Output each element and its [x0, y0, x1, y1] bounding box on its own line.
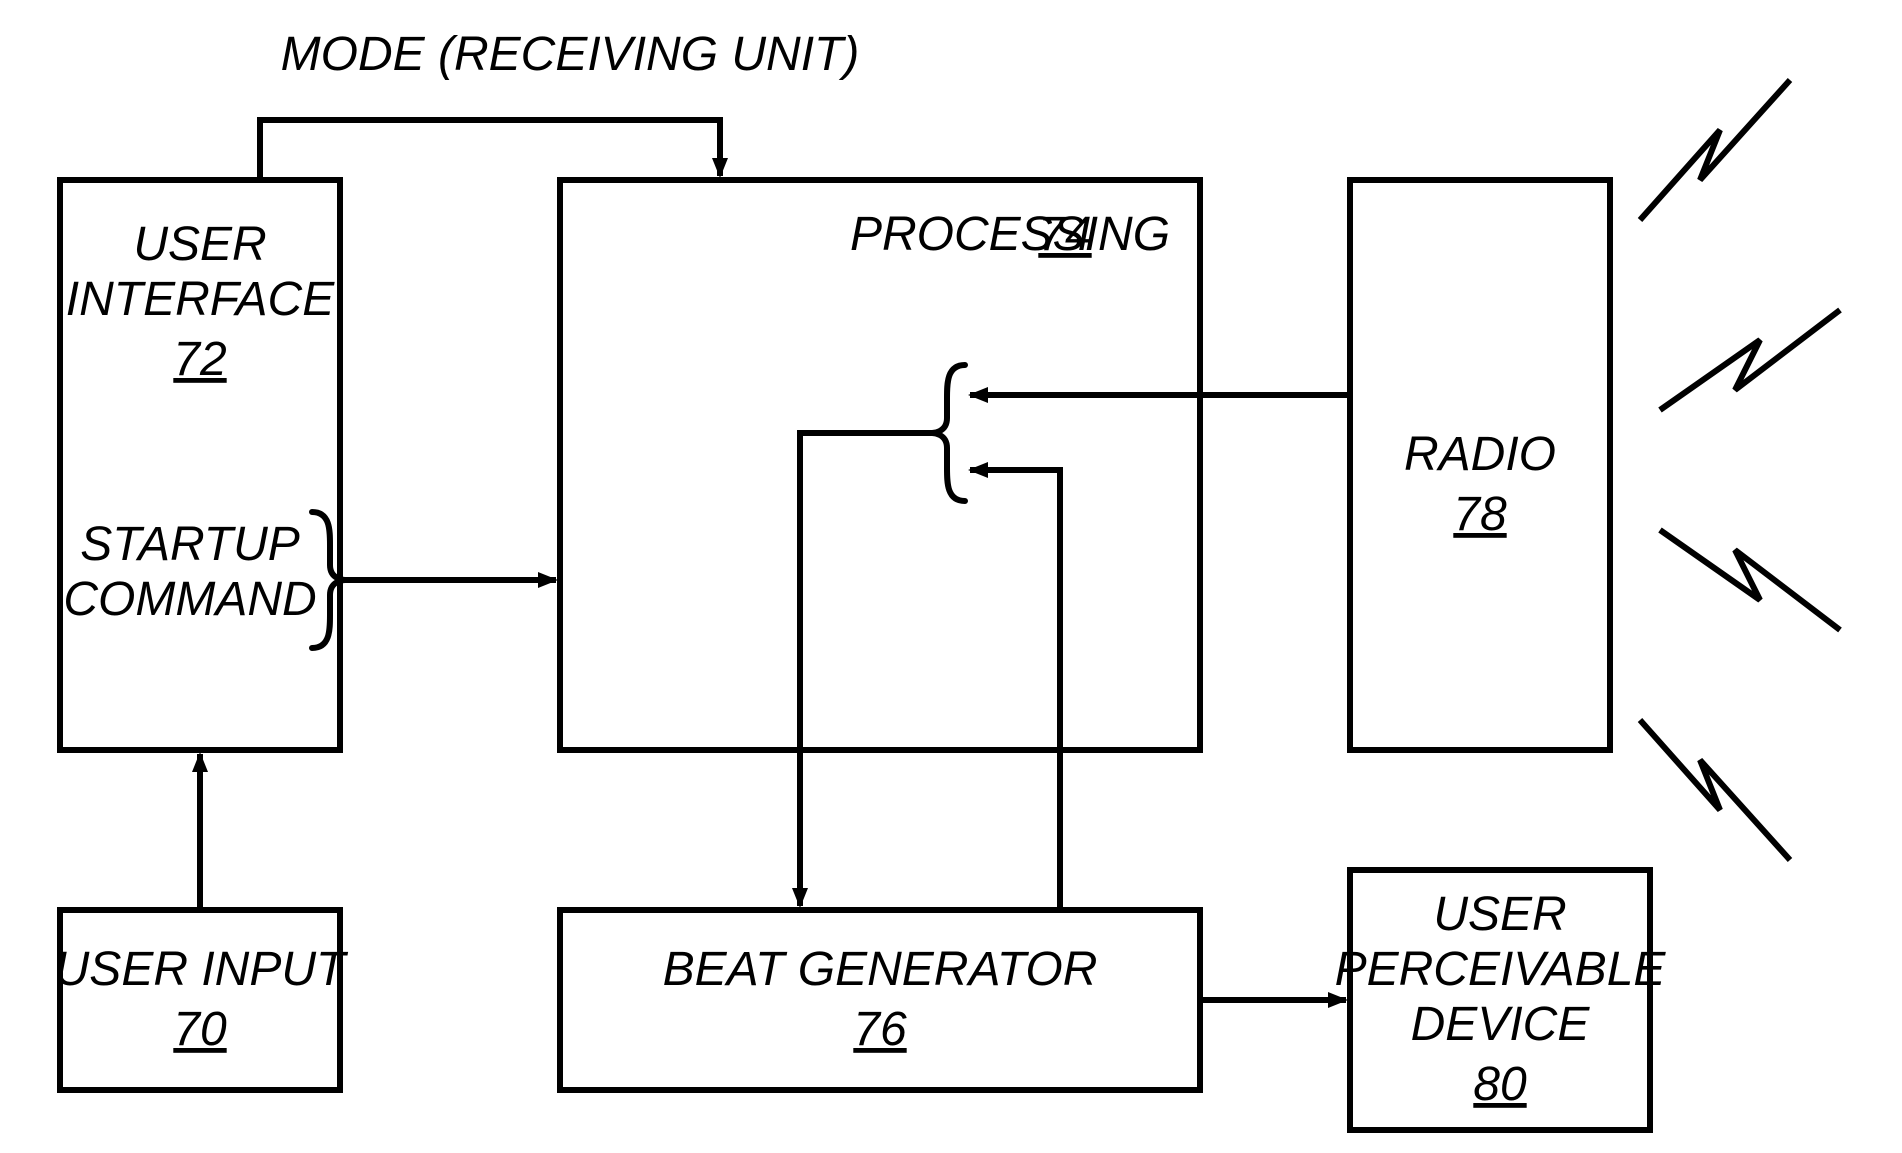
startup-label-2: COMMAND	[63, 573, 316, 626]
beat-generator-label: BEAT GENERATOR	[663, 943, 1098, 996]
user-interface-ref: 72	[173, 333, 226, 386]
beat-generator-ref: 76	[853, 1003, 907, 1056]
processing-label: PROCESSING	[850, 208, 1170, 261]
mode-arrow	[260, 120, 720, 180]
beat-generator-box	[560, 910, 1200, 1090]
radio-bolt-1	[1640, 80, 1790, 220]
user-perceivable-label-1: USER	[1433, 888, 1566, 941]
user-perceivable-ref: 80	[1473, 1058, 1527, 1111]
user-perceivable-label-3: DEVICE	[1411, 998, 1591, 1051]
radio-ref: 78	[1453, 488, 1507, 541]
radio-label: RADIO	[1404, 428, 1556, 481]
processing-ref: 74	[1038, 208, 1091, 261]
mode-label: MODE (RECEIVING UNIT)	[281, 28, 860, 81]
system-block-diagram: MODE (RECEIVING UNIT) USER INTERFACE 72 …	[0, 0, 1902, 1153]
user-input-box	[60, 910, 340, 1090]
startup-label-1: STARTUP	[80, 518, 300, 571]
radio-bolt-4	[1640, 720, 1790, 860]
radio-signal-bolts	[1640, 80, 1840, 860]
user-interface-label-1: USER	[133, 218, 266, 271]
user-interface-label-2: INTERFACE	[66, 273, 335, 326]
user-input-ref: 70	[173, 1003, 227, 1056]
processing-box	[560, 180, 1200, 750]
radio-bolt-2	[1660, 310, 1840, 410]
radio-bolt-3	[1660, 530, 1840, 630]
user-perceivable-label-2: PERCEIVABLE	[1335, 943, 1667, 996]
user-input-label: USER INPUT	[55, 943, 349, 996]
